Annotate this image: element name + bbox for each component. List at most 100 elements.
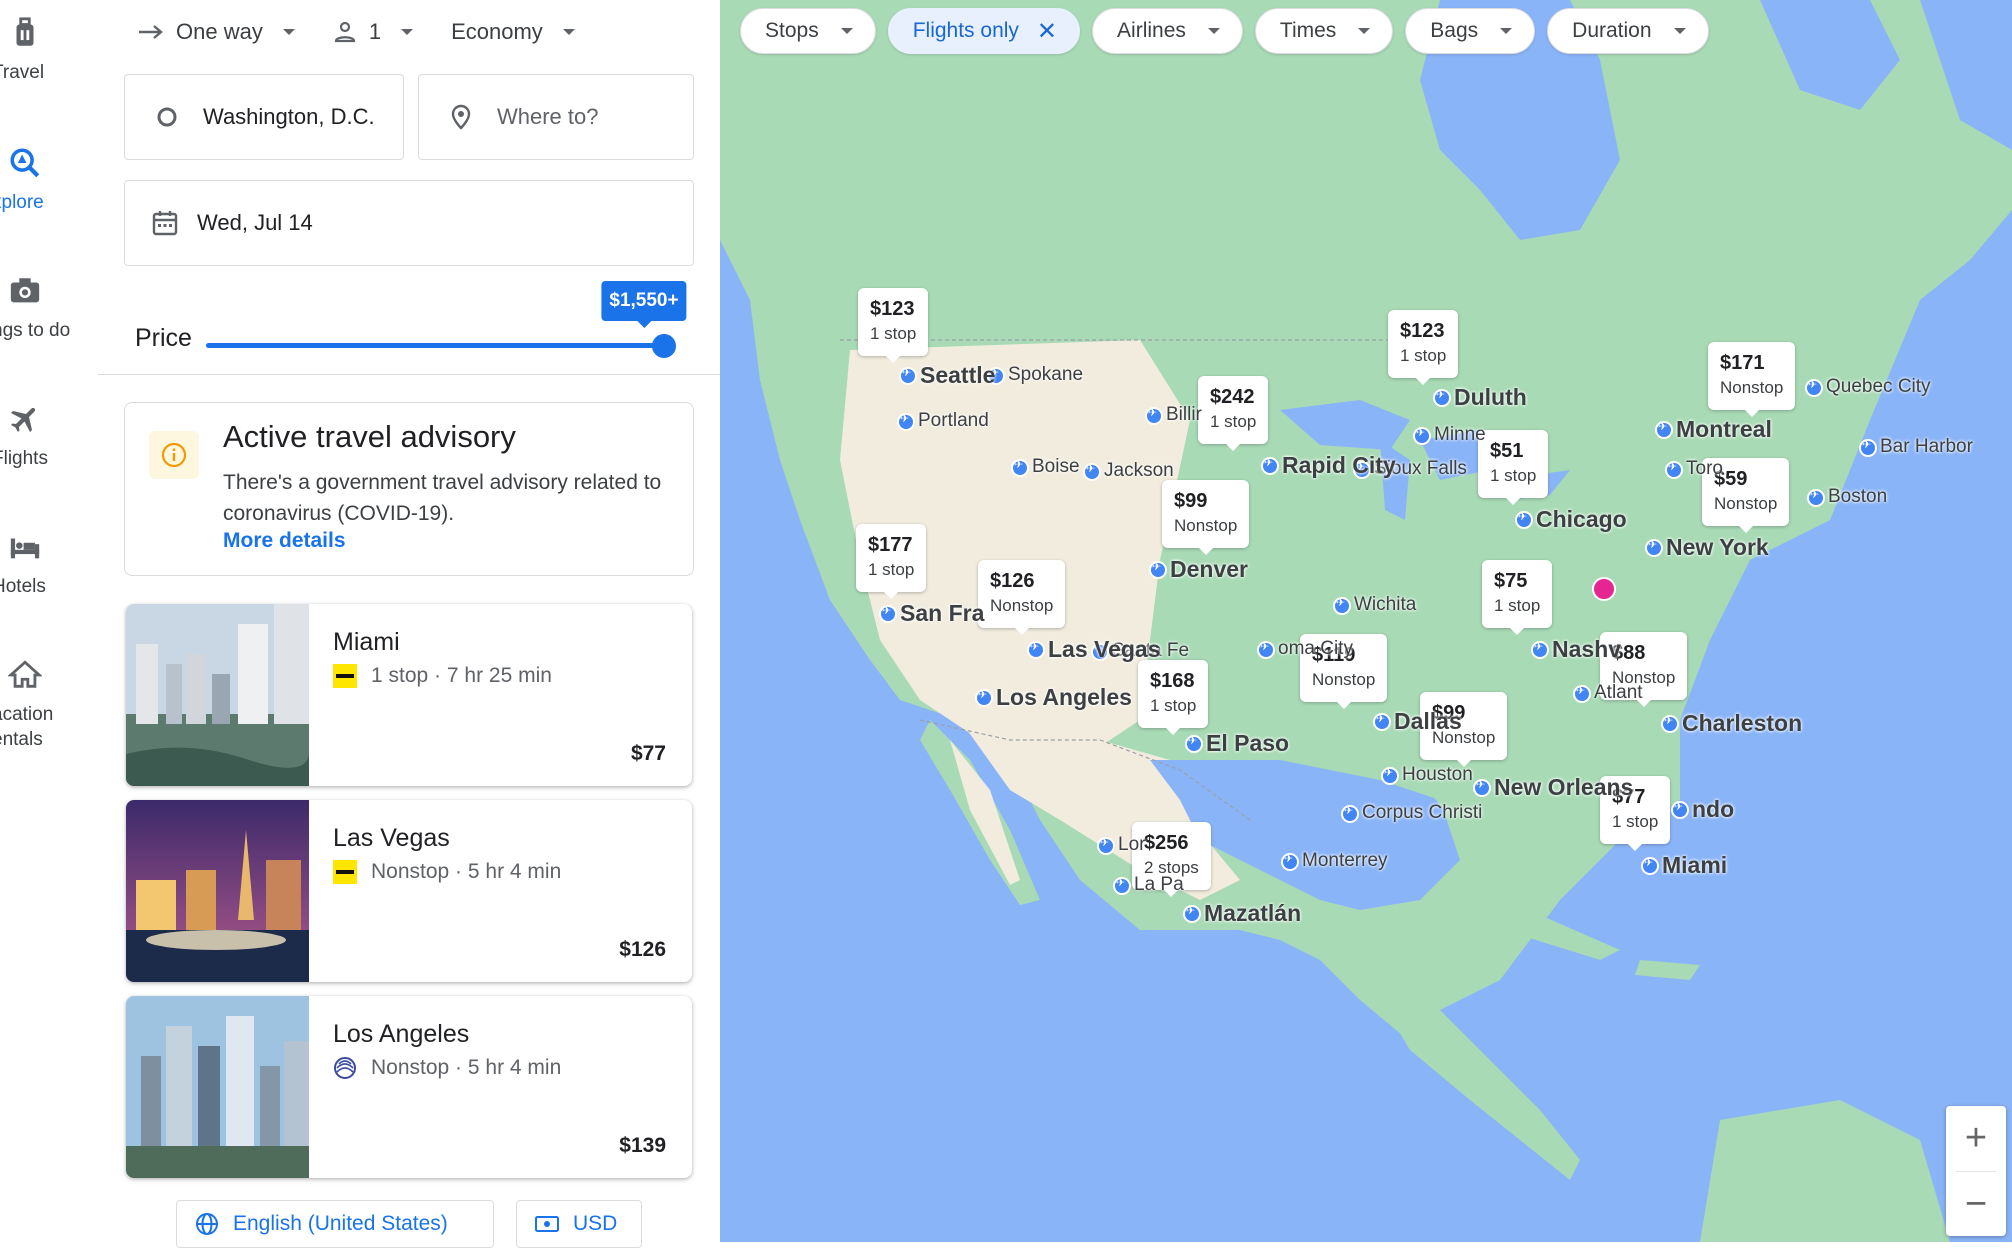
price-tag-stops: 1 stop	[868, 560, 915, 579]
filter-stops[interactable]: Stops	[740, 8, 876, 54]
airport-pin-icon[interactable]	[1011, 458, 1029, 477]
airport-pin-icon[interactable]	[1027, 640, 1045, 659]
airport-pin-icon[interactable]	[1805, 378, 1823, 397]
airport-pin-icon[interactable]	[1433, 388, 1451, 407]
airport-pin-icon[interactable]	[1807, 488, 1825, 507]
price-tag-price: $168	[1150, 670, 1195, 692]
airport-pin-icon[interactable]	[899, 366, 917, 385]
spirit-airline-logo	[333, 664, 357, 688]
price-max-bubble: $1,550+	[601, 281, 687, 328]
airport-pin-icon[interactable]	[975, 688, 993, 707]
card-stops: Nonstop	[371, 1056, 450, 1079]
filter-airlines[interactable]: Airlines	[1092, 8, 1243, 54]
airport-pin-icon[interactable]	[1113, 876, 1131, 895]
airport-pin-icon[interactable]	[1373, 712, 1391, 731]
filter-duration[interactable]: Duration	[1547, 8, 1709, 54]
airport-pin-icon[interactable]	[1333, 596, 1351, 615]
language-button[interactable]: English (United States)	[176, 1200, 494, 1248]
chevron-down-icon	[401, 29, 414, 35]
zoom-in-button[interactable]: +	[1946, 1106, 2006, 1170]
airport-pin-icon[interactable]	[1859, 438, 1877, 457]
airport-pin-icon[interactable]	[1097, 836, 1115, 855]
airport-pin-icon[interactable]	[1473, 778, 1491, 797]
map-price-tag[interactable]: $51 1 stop	[1478, 430, 1549, 505]
filter-times[interactable]: Times	[1254, 8, 1394, 54]
airport-pin-icon[interactable]	[1665, 460, 1683, 479]
explore-map[interactable]: $123 1 stop $123 1 stop $171 Nonstop $242 1 sto…	[720, 0, 2012, 1242]
airport-pin-icon[interactable]	[1149, 560, 1167, 579]
airport-pin-icon[interactable]	[879, 604, 897, 623]
price-tag-price: $75	[1494, 570, 1528, 592]
map-price-tag[interactable]: $123 1 stop	[1388, 310, 1459, 385]
airport-pin-icon[interactable]	[1145, 406, 1163, 425]
filter-flights-only[interactable]: Flights only ✕	[887, 8, 1081, 54]
map-price-tag[interactable]: $168 1 stop	[1138, 660, 1209, 735]
close-icon[interactable]: ✕	[1037, 17, 1057, 46]
map-city-label: Houston	[1402, 764, 1473, 785]
destination-field[interactable]: Where to?	[418, 74, 694, 160]
airport-pin-icon[interactable]	[1515, 510, 1533, 529]
passengers-select[interactable]: 1	[333, 19, 414, 45]
travel-advisory-card: Active travel advisory There's a governm…	[124, 402, 694, 576]
airport-pin-icon[interactable]	[1531, 640, 1549, 659]
map-city-label: Wichita	[1354, 594, 1417, 615]
nav-flights[interactable]: Flights	[0, 402, 98, 502]
advisory-more-details-link[interactable]: More details	[223, 529, 346, 553]
airport-pin-icon[interactable]	[1645, 538, 1663, 557]
origin-location-marker[interactable]	[1592, 577, 1616, 601]
origin-field[interactable]: Washington, D.C.	[124, 74, 404, 160]
cabin-class-select[interactable]: Economy	[451, 19, 575, 45]
destination-card-las-vegas[interactable]: Las Vegas Nonstop · 5 hr 4 min $126	[126, 800, 692, 982]
airport-pin-icon[interactable]	[1655, 420, 1673, 439]
zoom-out-button[interactable]: −	[1946, 1172, 2006, 1236]
airport-pin-icon[interactable]	[1573, 684, 1591, 703]
card-stops: Nonstop	[371, 860, 450, 883]
airport-pin-icon[interactable]	[1671, 800, 1689, 819]
airport-pin-icon[interactable]	[1183, 904, 1201, 923]
map-city-label: Denver	[1170, 556, 1248, 582]
map-city-label: Mazatlán	[1204, 900, 1302, 926]
airport-pin-icon[interactable]	[1281, 852, 1299, 871]
map-price-tag[interactable]: $242 1 stop	[1198, 376, 1269, 451]
map-price-tag[interactable]: $171 Nonstop	[1708, 342, 1796, 417]
airport-pin-icon[interactable]	[1641, 856, 1659, 875]
filter-times-label: Times	[1279, 19, 1337, 42]
map-price-tag[interactable]: $126 Nonstop	[978, 560, 1066, 635]
trip-options-bar: One way 1 Economy	[138, 12, 613, 52]
map-price-tag[interactable]: $177 1 stop	[856, 524, 927, 599]
airport-pin-icon[interactable]	[1261, 456, 1279, 475]
nav-hotels[interactable]: Hotels	[0, 530, 98, 630]
airport-pin-icon[interactable]	[1257, 640, 1275, 659]
nav-travel[interactable]: Travel	[0, 16, 98, 116]
airport-pin-icon[interactable]	[1381, 766, 1399, 785]
trip-type-select[interactable]: One way	[138, 19, 295, 45]
airport-pin-icon[interactable]	[1413, 426, 1431, 445]
map-city-label: Minne	[1434, 424, 1486, 445]
price-tag-stops: 1 stop	[870, 324, 917, 343]
nav-vacation-rentals[interactable]: acation entals	[0, 658, 98, 758]
map-price-tag[interactable]: $75 1 stop	[1482, 560, 1553, 635]
departure-date-field[interactable]: Wed, Jul 14	[124, 180, 694, 266]
advisory-body: There's a government travel advisory rel…	[223, 471, 662, 525]
currency-label: USD	[573, 1212, 618, 1235]
panel-divider	[98, 374, 720, 375]
destination-card-los-angeles[interactable]: Los Angeles Nonstop · 5 hr 4 min $139	[126, 996, 692, 1178]
currency-button[interactable]: USD	[516, 1200, 642, 1248]
map-price-tag[interactable]: $99 Nonstop	[1162, 480, 1250, 555]
airport-pin-icon[interactable]	[1185, 734, 1203, 753]
nav-things-to-do[interactable]: ngs to do	[0, 274, 98, 374]
map-city-label: Jackson	[1104, 460, 1174, 481]
price-tag-price: $242	[1210, 386, 1255, 408]
filter-bags[interactable]: Bags	[1405, 8, 1536, 54]
price-slider[interactable]: $1,550+	[206, 281, 687, 358]
destination-card-miami[interactable]: Miami 1 stop · 7 hr 25 min $77	[126, 604, 692, 786]
airport-pin-icon[interactable]	[1341, 804, 1359, 823]
airport-pin-icon[interactable]	[1661, 714, 1679, 733]
price-slider-thumb[interactable]	[652, 334, 676, 358]
map-price-tag[interactable]: $123 1 stop	[858, 288, 929, 363]
card-price: $77	[630, 742, 666, 765]
airport-pin-icon[interactable]	[1083, 462, 1101, 481]
nav-explore[interactable]: xplore	[0, 146, 98, 246]
nav-things-to-do-label: ngs to do	[0, 320, 71, 341]
airport-pin-icon[interactable]	[897, 412, 915, 431]
